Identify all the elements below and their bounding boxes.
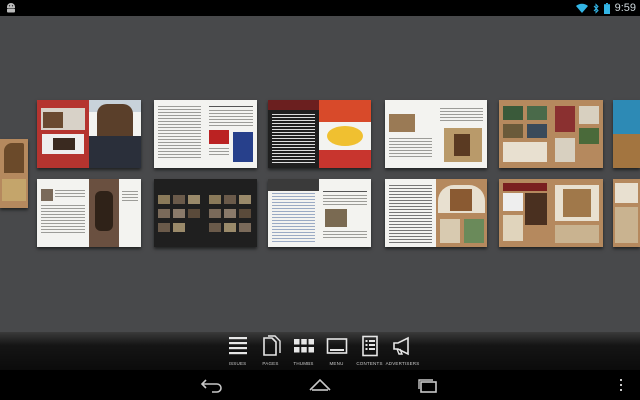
recent-apps-button[interactable] [414, 375, 442, 395]
overflow-menu-icon [620, 379, 622, 391]
bottom-toolbar: ISSUES PAGES THUMBS MENU CONTENTS ADVERT… [0, 332, 640, 370]
page-spread[interactable] [385, 100, 487, 168]
advertisers-button[interactable]: ADVERTISERS [386, 332, 419, 370]
back-button[interactable] [198, 375, 226, 395]
page-thumbnail[interactable] [613, 179, 640, 247]
page-thumbnail[interactable] [613, 100, 640, 168]
pages-icon [262, 335, 281, 356]
contents-icon [361, 335, 378, 357]
page-spread[interactable] [154, 100, 257, 168]
page-spread[interactable] [268, 179, 371, 247]
menu-label: MENU [329, 361, 344, 366]
pages-button[interactable]: PAGES [254, 332, 287, 370]
megaphone-icon [392, 336, 409, 356]
android-robot-icon [7, 3, 15, 13]
advertisers-label: ADVERTISERS [385, 361, 420, 366]
back-icon [200, 379, 222, 393]
page-viewer[interactable] [0, 16, 640, 332]
issues-button[interactable]: ISSUES [221, 332, 254, 370]
page-spread[interactable] [37, 179, 141, 247]
thumbs-button[interactable]: THUMBS [287, 332, 320, 370]
page-spread[interactable] [499, 100, 603, 168]
menu-button[interactable]: MENU [320, 332, 353, 370]
bluetooth-icon [593, 2, 599, 14]
page-spread[interactable] [37, 100, 141, 168]
issues-list-icon [228, 337, 247, 355]
page-spread[interactable] [268, 100, 371, 168]
contents-label: CONTENTS [356, 361, 383, 366]
wifi-icon [575, 3, 588, 13]
thumbs-label: THUMBS [293, 361, 314, 366]
contents-button[interactable]: CONTENTS [353, 332, 386, 370]
status-bar: 9:59 [0, 0, 640, 16]
pages-label: PAGES [262, 361, 279, 366]
page-spread[interactable] [154, 179, 257, 247]
page-spread[interactable] [385, 179, 487, 247]
clock: 9:59 [614, 2, 636, 14]
battery-icon [603, 2, 610, 14]
overflow-menu-button[interactable] [616, 375, 626, 395]
home-icon [309, 378, 331, 391]
issues-label: ISSUES [228, 361, 247, 366]
menu-screen-icon [326, 338, 347, 354]
page-spread[interactable] [499, 179, 603, 247]
home-button[interactable] [306, 375, 334, 395]
recent-apps-icon [418, 379, 437, 393]
navigation-bar [0, 370, 640, 400]
thumbnails-grid-icon [293, 339, 314, 353]
page-thumbnail[interactable] [0, 139, 28, 208]
